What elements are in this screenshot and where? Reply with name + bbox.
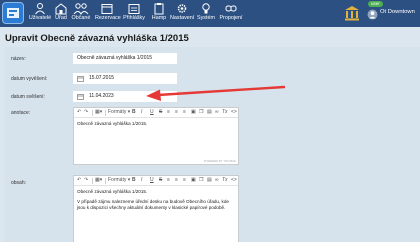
image-icon[interactable]: ▣ — [191, 177, 196, 184]
clear-format-button[interactable]: Tx — [222, 177, 228, 184]
table-icon[interactable]: ▦▾ — [95, 177, 102, 184]
undo-icon[interactable]: ↶ — [77, 109, 81, 116]
clear-format-button[interactable]: Tx — [222, 109, 228, 116]
powered-by: POWERED BY TINYMCE — [203, 159, 236, 163]
paste-icon[interactable]: ▤ — [207, 177, 212, 184]
bold-button[interactable]: B — [132, 177, 136, 184]
obsah-editor[interactable]: ↶ ↷ ▦▾ Formáty ▾ B I U S ≡ ≡ ≡ ▣ ❐ ▤ ∞ T… — [73, 175, 239, 242]
copy-icon[interactable]: ❐ — [199, 109, 203, 116]
bold-button[interactable]: B — [132, 109, 136, 116]
underline-button[interactable]: U — [150, 177, 154, 184]
obsah-paragraph-2: V případě zájmu nalezneme úřední desku n… — [77, 199, 229, 210]
label-anotace: anotace: — [11, 110, 31, 116]
obsah-paragraph-1: Obecně závazná vyhláška 1/2015. — [77, 189, 148, 194]
align-right-icon[interactable]: ≡ — [183, 109, 186, 116]
align-left-icon[interactable]: ≡ — [167, 177, 170, 184]
align-left-icon[interactable]: ≡ — [167, 109, 170, 116]
label-obsah: obsah: — [11, 180, 27, 186]
align-center-icon[interactable]: ≡ — [175, 109, 178, 116]
formats-dropdown[interactable]: Formáty ▾ — [108, 177, 130, 184]
redo-icon[interactable]: ↷ — [84, 109, 88, 116]
formats-label: Formáty — [108, 109, 127, 115]
link-icon[interactable]: ∞ — [215, 109, 219, 116]
paste-icon[interactable]: ▤ — [207, 109, 212, 116]
obsah-text: Obecně závazná vyhláška 1/2015. V případ… — [77, 189, 235, 211]
editor-toolbar: ↶ ↷ ▦▾ Formáty ▾ B I U S ≡ ≡ ≡ ▣ ❐ ▤ ∞ T… — [74, 108, 238, 118]
anotace-text: Obecně závazná vyhláška 1/2015. — [77, 121, 148, 126]
align-right-icon[interactable]: ≡ — [183, 177, 186, 184]
undo-icon[interactable]: ↶ — [77, 177, 81, 184]
strikethrough-button[interactable]: S — [159, 109, 162, 116]
formats-label: Formáty — [108, 177, 127, 183]
copy-icon[interactable]: ❐ — [199, 177, 203, 184]
underline-button[interactable]: U — [150, 109, 154, 116]
editor-toolbar: ↶ ↷ ▦▾ Formáty ▾ B I U S ≡ ≡ ≡ ▣ ❐ ▤ ∞ T… — [74, 176, 238, 186]
code-icon[interactable]: <> — [231, 109, 237, 116]
redo-icon[interactable]: ↷ — [84, 177, 88, 184]
link-icon[interactable]: ∞ — [215, 177, 219, 184]
italic-button[interactable]: I — [141, 109, 142, 116]
strikethrough-button[interactable]: S — [159, 177, 162, 184]
code-icon[interactable]: <> — [231, 177, 237, 184]
image-icon[interactable]: ▣ — [191, 109, 196, 116]
formats-dropdown[interactable]: Formáty ▾ — [108, 109, 130, 116]
table-icon[interactable]: ▦▾ — [95, 109, 102, 116]
italic-button[interactable]: I — [141, 177, 142, 184]
anotace-editor[interactable]: ↶ ↷ ▦▾ Formáty ▾ B I U S ≡ ≡ ≡ ▣ ❐ ▤ ∞ T… — [73, 107, 239, 165]
align-center-icon[interactable]: ≡ — [175, 177, 178, 184]
